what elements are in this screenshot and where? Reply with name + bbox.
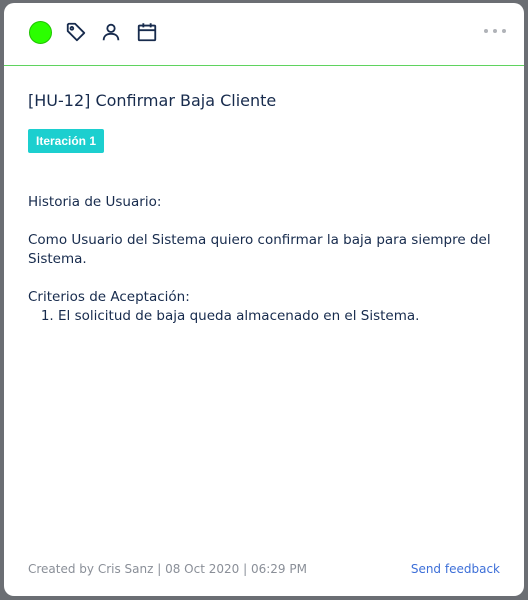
criteria-list: El solicitud de baja queda almacenado en… [58,307,494,326]
calendar-icon[interactable] [135,20,159,44]
tag-icon[interactable] [64,20,88,44]
status-dot[interactable] [29,21,52,44]
user-icon[interactable] [99,20,123,44]
criteria-heading: Criterios de Aceptación: [28,289,190,305]
description-story: Como Usuario del Sistema quiero confirma… [28,232,491,267]
created-meta: Created by Cris Sanz | 08 Oct 2020 | 06:… [28,562,307,576]
card-title[interactable]: [HU-12] Confirmar Baja Cliente [28,91,276,110]
iteration-badge[interactable]: Iteración 1 [28,129,105,153]
card-detail: [HU-12] Confirmar Baja Cliente Iteración… [4,3,524,596]
criteria-item: El solicitud de baja queda almacenado en… [58,307,494,326]
card-description[interactable]: Historia de Usuario: Como Usuario del Si… [28,193,494,326]
send-feedback-link[interactable]: Send feedback [411,562,500,576]
card-toolbar [4,3,524,66]
more-options-icon[interactable] [484,25,506,37]
description-heading: Historia de Usuario: [28,194,162,210]
